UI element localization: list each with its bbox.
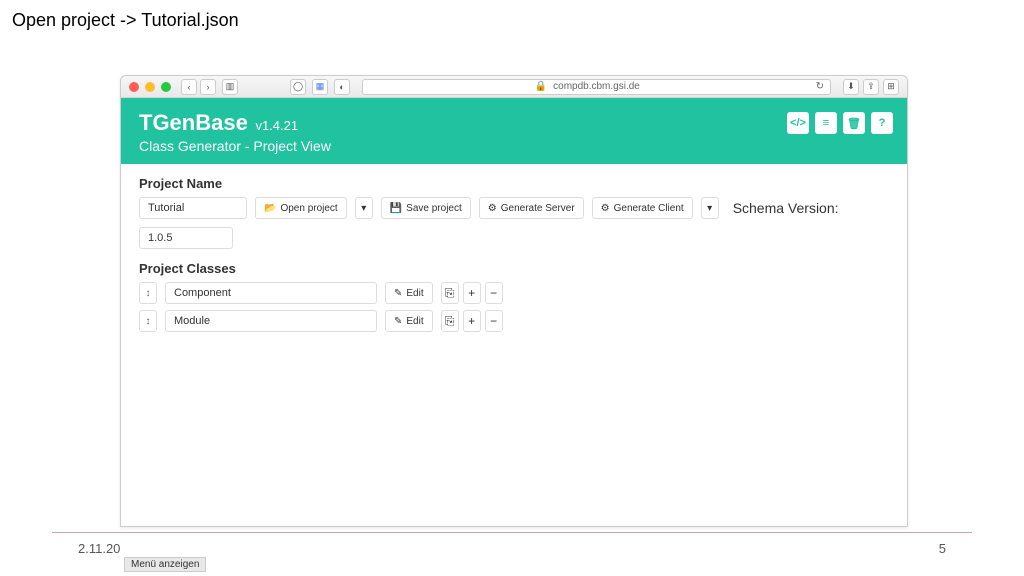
project-name-label: Project Name	[139, 176, 889, 191]
minimize-icon[interactable]	[145, 82, 155, 92]
footer-divider	[52, 532, 972, 533]
browser-window: ‹ › ▥ ◯ ▦ ◐ 🔒 compdb.cbm.gsi.de ↻ ⬇ ⇪ ⊞ …	[120, 75, 908, 527]
project-name-input[interactable]: Tutorial	[139, 197, 247, 219]
maximize-icon[interactable]	[161, 82, 171, 92]
help-button[interactable]: ?	[871, 112, 893, 134]
save-project-button[interactable]: 💾Save project	[381, 197, 471, 219]
drag-handle-icon[interactable]: ↕	[139, 282, 157, 304]
folder-icon: 📂	[264, 203, 276, 214]
list-view-button[interactable]: ≡	[815, 112, 837, 134]
class-name-input[interactable]: Module	[165, 310, 377, 332]
shield-icon[interactable]: ◯	[290, 79, 306, 95]
pencil-icon: ✎	[394, 316, 402, 327]
forward-button[interactable]: ›	[200, 79, 216, 95]
code-view-button[interactable]: </>	[787, 112, 809, 134]
app-header: TGenBase v1.4.21 Class Generator - Proje…	[121, 98, 907, 164]
class-name-input[interactable]: Component	[165, 282, 377, 304]
reload-icon[interactable]: ↻	[816, 81, 824, 92]
slide-title: Open project -> Tutorial.json	[12, 10, 239, 31]
remove-class-button[interactable]: −	[485, 282, 503, 304]
reader-icon[interactable]: ◐	[334, 79, 350, 95]
app-version: v1.4.21	[255, 118, 298, 133]
footer-page-number: 5	[939, 541, 946, 556]
cog-icon: ⚙	[601, 203, 610, 214]
edit-class-button[interactable]: ✎Edit	[385, 310, 433, 332]
privacy-icon[interactable]: ▦	[312, 79, 328, 95]
address-bar[interactable]: 🔒 compdb.cbm.gsi.de ↻	[362, 79, 831, 95]
menu-show-button[interactable]: Menü anzeigen	[124, 557, 206, 572]
share-icon[interactable]: ⇪	[863, 79, 879, 95]
save-icon: 💾	[390, 203, 402, 214]
footer-date: 2.11.20	[78, 541, 120, 556]
lock-icon: 🔒	[535, 81, 547, 92]
project-classes-label: Project Classes	[139, 261, 889, 276]
delete-button[interactable]: 🗑	[843, 112, 865, 134]
schema-version-label: Schema Version:	[733, 200, 839, 216]
open-project-button[interactable]: 📂Open project	[255, 197, 347, 219]
add-class-button[interactable]: +	[463, 310, 481, 332]
copy-class-button[interactable]: ⎘	[441, 282, 459, 304]
sidebar-toggle-button[interactable]: ▥	[222, 79, 238, 95]
generate-client-dropdown[interactable]: ▾	[701, 197, 719, 219]
open-project-dropdown[interactable]: ▾	[355, 197, 373, 219]
app-content: Project Name Tutorial 📂Open project ▾ 💾S…	[121, 164, 907, 350]
class-row: ↕ Module ✎Edit ⎘ + −	[139, 310, 889, 332]
generate-client-button[interactable]: ⚙Generate Client	[592, 197, 693, 219]
drag-handle-icon[interactable]: ↕	[139, 310, 157, 332]
class-row: ↕ Component ✎Edit ⎘ + −	[139, 282, 889, 304]
tabs-icon[interactable]: ⊞	[883, 79, 899, 95]
pencil-icon: ✎	[394, 288, 402, 299]
app-subtitle: Class Generator - Project View	[139, 138, 889, 154]
app-title: TGenBase	[139, 110, 248, 136]
url-text: compdb.cbm.gsi.de	[553, 81, 640, 92]
close-icon[interactable]	[129, 82, 139, 92]
download-icon[interactable]: ⬇	[843, 79, 859, 95]
back-button[interactable]: ‹	[181, 79, 197, 95]
edit-class-button[interactable]: ✎Edit	[385, 282, 433, 304]
remove-class-button[interactable]: −	[485, 310, 503, 332]
cogs-icon: ⚙	[488, 203, 497, 214]
schema-version-input[interactable]: 1.0.5	[139, 227, 233, 249]
browser-titlebar: ‹ › ▥ ◯ ▦ ◐ 🔒 compdb.cbm.gsi.de ↻ ⬇ ⇪ ⊞	[121, 76, 907, 98]
generate-server-button[interactable]: ⚙Generate Server	[479, 197, 584, 219]
add-class-button[interactable]: +	[463, 282, 481, 304]
copy-class-button[interactable]: ⎘	[441, 310, 459, 332]
